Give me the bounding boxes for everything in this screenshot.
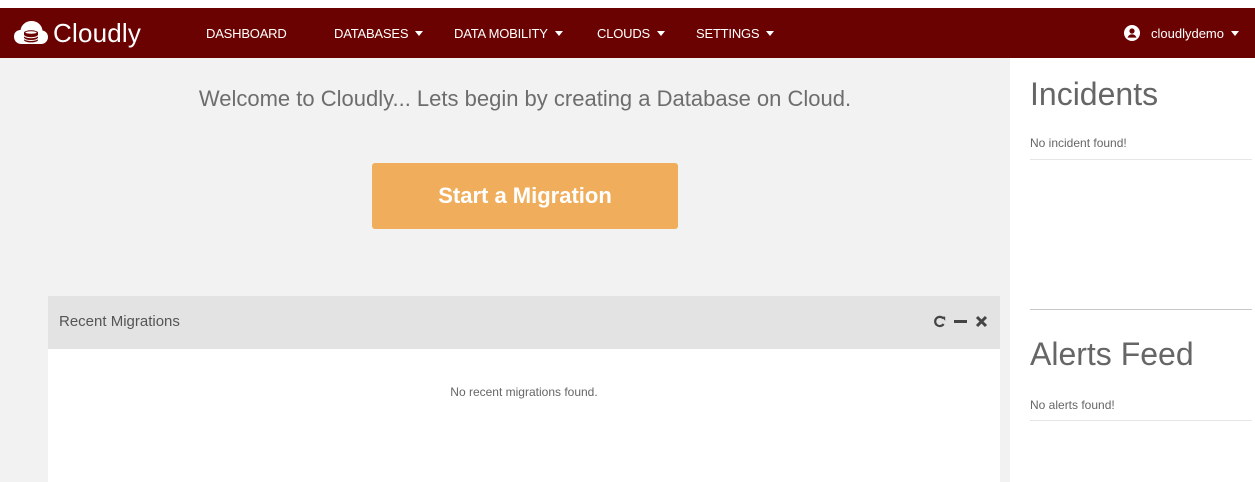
minimize-icon[interactable] bbox=[954, 315, 967, 328]
caret-down-icon bbox=[656, 31, 665, 36]
cloud-database-icon bbox=[14, 21, 48, 44]
username: cloudlydemo bbox=[1151, 25, 1224, 41]
top-navbar: Cloudly DASHBOARD DATABASES DATA MOBILIT… bbox=[0, 8, 1255, 58]
caret-down-icon bbox=[1231, 31, 1239, 36]
caret-down-icon bbox=[415, 31, 424, 36]
alerts-feed-heading: Alerts Feed bbox=[1030, 336, 1194, 372]
nav-databases[interactable]: DATABASES bbox=[334, 8, 424, 58]
caret-down-icon bbox=[766, 31, 775, 36]
recent-migrations-panel: Recent Migrations No recent migrations f… bbox=[48, 296, 1000, 482]
right-sidebar: Incidents No incident found! Alerts Feed… bbox=[1010, 58, 1255, 482]
close-icon[interactable] bbox=[975, 315, 988, 328]
panel-title: Recent Migrations bbox=[59, 313, 180, 330]
main-content: Welcome to Cloudly... Lets begin by crea… bbox=[0, 58, 1010, 482]
recent-migrations-empty: No recent migrations found. bbox=[450, 385, 598, 399]
welcome-message: Welcome to Cloudly... Lets begin by crea… bbox=[198, 86, 852, 111]
nav-dashboard[interactable]: DASHBOARD bbox=[206, 8, 287, 58]
user-circle-icon bbox=[1124, 25, 1140, 41]
alerts-empty: No alerts found! bbox=[1030, 398, 1115, 412]
start-migration-button[interactable]: Start a Migration bbox=[372, 163, 678, 229]
nav-databases-label: DATABASES bbox=[334, 25, 409, 41]
nav-dashboard-label: DASHBOARD bbox=[206, 25, 287, 41]
nav-data-mobility-label: DATA MOBILITY bbox=[454, 25, 548, 41]
divider bbox=[1030, 420, 1252, 421]
nav-settings[interactable]: SETTINGS bbox=[696, 8, 775, 58]
brand-name: Cloudly bbox=[53, 17, 142, 48]
divider bbox=[1030, 309, 1252, 310]
panel-header: Recent Migrations bbox=[48, 296, 1000, 349]
nav-clouds-label: CLOUDS bbox=[597, 25, 650, 41]
nav-clouds[interactable]: CLOUDS bbox=[597, 8, 665, 58]
divider bbox=[1030, 159, 1252, 160]
user-menu[interactable]: cloudlydemo bbox=[1124, 8, 1239, 58]
nav-settings-label: SETTINGS bbox=[696, 25, 760, 41]
incidents-empty: No incident found! bbox=[1030, 136, 1127, 150]
incidents-heading: Incidents bbox=[1030, 76, 1159, 112]
panel-tools bbox=[925, 315, 988, 328]
brand-link[interactable]: Cloudly bbox=[14, 8, 141, 58]
refresh-icon[interactable] bbox=[933, 315, 946, 328]
caret-down-icon bbox=[554, 31, 563, 36]
nav-data-mobility[interactable]: DATA MOBILITY bbox=[454, 8, 563, 58]
